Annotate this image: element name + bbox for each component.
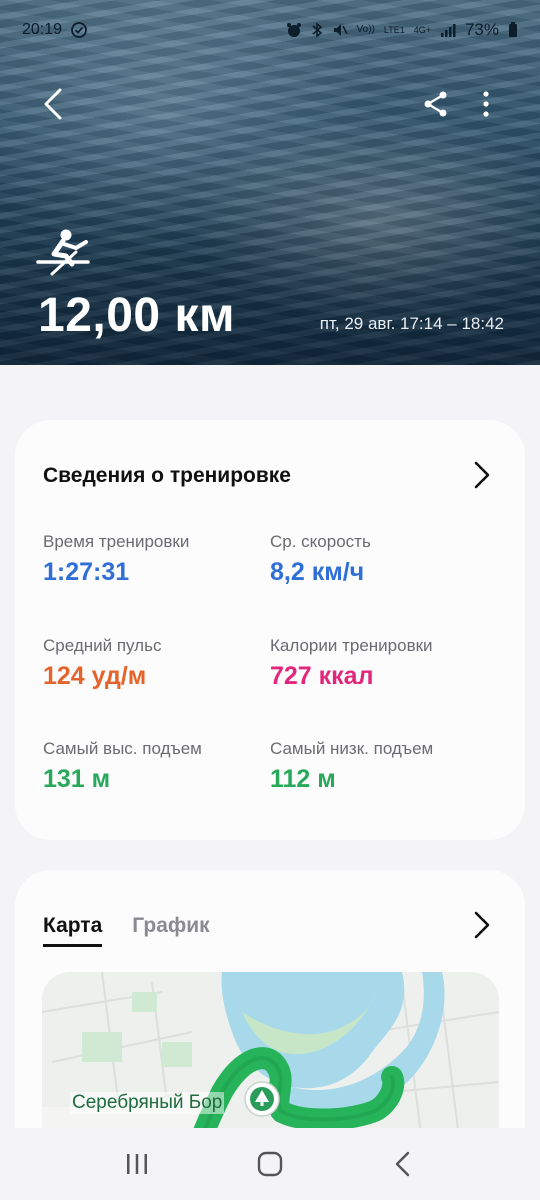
status-right: Vo)) LTE1 4G+ 73% (286, 20, 518, 40)
stat-label: Калории тренировки (270, 636, 433, 655)
header-actions (0, 84, 540, 124)
recent-apps-button[interactable] (117, 1144, 157, 1184)
stat-value: 727 ккал (270, 662, 374, 690)
volte-label: Vo)) (356, 24, 375, 35)
share-button[interactable] (422, 90, 450, 118)
stat-avg-speed: Ср. скорость 8,2 км/ч (270, 532, 490, 587)
alarm-icon (286, 23, 301, 37)
status-time: 20:19 (22, 21, 63, 38)
stat-workout-time: Время тренировки 1:27:31 (43, 532, 263, 587)
more-options-button[interactable] (476, 90, 496, 118)
stat-avg-heart-rate: Средний пульс 124 уд/м (43, 636, 263, 691)
stat-label: Самый низк. подъем (270, 739, 434, 758)
status-left: 20:19 (22, 21, 88, 39)
4g-label: 4G+ (413, 25, 431, 35)
bluetooth-icon (311, 22, 322, 38)
stat-value: 124 уд/м (43, 662, 147, 690)
stat-max-elevation: Самый выс. подъем 131 м (43, 739, 263, 794)
stat-value: 1:27:31 (43, 558, 130, 586)
chevron-right-icon[interactable] (473, 910, 491, 940)
battery-icon (509, 22, 517, 37)
signal-icon (440, 24, 456, 37)
back-icon (396, 1151, 410, 1177)
system-navigation-bar (0, 1128, 540, 1200)
stat-label: Ср. скорость (270, 532, 371, 551)
home-button[interactable] (250, 1144, 290, 1184)
stat-value: 8,2 км/ч (270, 558, 365, 586)
workout-summary-card[interactable]: Сведения о тренировке Время тренировки 1… (15, 420, 525, 840)
stat-min-elevation: Самый низк. подъем 112 м (270, 739, 490, 794)
system-back-button[interactable] (383, 1144, 423, 1184)
stat-label: Время тренировки (43, 532, 190, 551)
battery-percent: 73% (464, 20, 499, 39)
rowing-icon (36, 229, 90, 276)
stat-label: Самый выс. подъем (43, 739, 202, 758)
back-button[interactable] (40, 86, 68, 122)
home-icon (257, 1151, 283, 1177)
workout-distance: 12,00 км (38, 289, 235, 342)
stat-value: 131 м (43, 765, 111, 793)
workout-date-range: пт, 29 авг. 17:14 – 18:42 (319, 314, 504, 333)
summary-title: Сведения о тренировке (43, 464, 291, 487)
stat-label: Средний пульс (43, 636, 162, 655)
stat-calories: Калории тренировки 727 ккал (270, 636, 490, 691)
status-bar: 20:19 Vo)) LTE1 4G+ 73% (22, 18, 518, 42)
sync-icon (71, 22, 87, 38)
map-tabs: Карта График (43, 914, 210, 947)
tab-map[interactable]: Карта (43, 914, 103, 947)
stat-value: 112 м (270, 765, 336, 793)
workout-header: 20:19 Vo)) LTE1 4G+ 73% 12,00 км пт, 29 … (0, 0, 540, 365)
map-place-label: Серебряный Бор (70, 1092, 225, 1114)
lte-label: LTE1 (383, 25, 405, 35)
recent-apps-icon (126, 1154, 147, 1174)
chevron-right-icon[interactable] (473, 460, 491, 490)
tab-chart[interactable]: График (132, 914, 209, 947)
mute-icon (333, 24, 348, 36)
